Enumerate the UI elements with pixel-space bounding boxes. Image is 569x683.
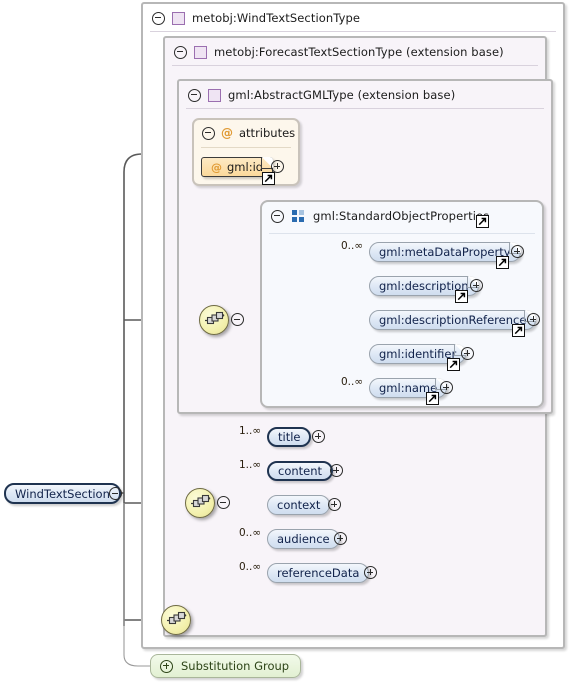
type-container-header[interactable]: metobj:WindTextSectionType [143,4,360,32]
element-name: content [278,464,323,478]
expand-toggle-icon[interactable] [334,532,347,545]
sequence-compositor-group[interactable] [199,305,229,335]
collapse-toggle-icon[interactable] [217,496,230,509]
expand-toggle-icon[interactable] [527,313,540,326]
element-name: referenceData [277,566,360,580]
model-group-container-standardobjectproperties: gml:StandardObjectProperties [260,200,544,408]
external-link-icon[interactable] [496,256,509,269]
type-title: gml:AbstractGMLType (extension base) [228,88,456,102]
sequence-compositor-local[interactable] [185,488,215,518]
collapse-toggle-icon[interactable] [188,88,201,102]
element-name: context [277,498,321,512]
expand-toggle-icon[interactable] [440,381,453,394]
element-name: gml:descriptionReference [379,313,527,327]
cardinality-label: 1..∞ [239,459,262,471]
element-name: WindTextSection [15,486,110,501]
type-title: metobj:ForecastTextSectionType (extensio… [214,45,504,59]
type-container-header[interactable]: gml:AbstractGMLType (extension base) [179,81,455,109]
element-name: gml:identifier [379,347,457,361]
model-group-header[interactable]: gml:StandardObjectProperties [262,202,489,230]
header-divider [201,147,291,148]
attribute-icon: @ [221,126,233,140]
model-group-title: gml:StandardObjectProperties [313,209,490,223]
external-link-icon[interactable] [447,358,460,371]
expand-toggle-icon[interactable] [364,566,377,579]
header-divider [269,233,535,234]
collapse-toggle-icon[interactable] [271,209,284,223]
attribute-icon: @ [211,160,222,174]
model-group-icon [292,210,305,222]
substitution-group-label: Substitution Group [181,659,290,673]
substitution-group-box[interactable]: Substitution Group [150,654,302,678]
element-name: audience [277,532,330,546]
complex-type-icon [194,45,207,59]
element-node-audience[interactable]: audience [267,529,340,549]
header-divider [186,108,544,109]
attributes-label: attributes [239,126,296,140]
cardinality-label: 0..∞ [239,561,262,573]
header-divider [150,31,556,32]
expand-toggle-icon[interactable] [461,347,474,360]
expand-toggle-icon[interactable] [328,498,341,511]
header-divider [172,65,538,66]
expand-toggle-icon[interactable] [330,464,343,477]
complex-type-icon [172,11,185,25]
collapse-toggle-icon[interactable] [202,126,215,140]
attributes-panel-header[interactable]: @ attributes [202,126,295,140]
element-node-referencedata[interactable]: referenceData [267,563,370,583]
external-link-icon[interactable] [455,290,468,303]
external-link-icon[interactable] [426,392,439,405]
external-link-icon[interactable] [476,215,489,228]
element-name: gml:metaDataProperty [379,245,511,259]
schema-diagram-canvas: metobj:WindTextSectionType metobj:Foreca… [0,0,569,683]
cardinality-label: 0..∞ [341,376,364,388]
collapse-toggle-icon[interactable] [152,11,165,25]
attribute-name: gml:id [227,160,264,174]
collapse-toggle-icon[interactable] [231,313,244,326]
element-node-title[interactable]: title [267,427,312,447]
element-node-context[interactable]: context [267,495,331,515]
complex-type-icon [208,88,221,102]
sequence-compositor-extra[interactable] [161,605,191,635]
external-link-icon[interactable] [512,324,525,337]
element-name: title [278,430,301,444]
cardinality-label: 0..∞ [341,240,364,252]
cardinality-label: 1..∞ [239,425,262,437]
cardinality-label: 0..∞ [239,527,262,539]
collapse-toggle-icon[interactable] [174,45,187,59]
expand-toggle-icon[interactable] [271,160,284,173]
expand-toggle-icon[interactable] [312,430,325,443]
type-container-header[interactable]: metobj:ForecastTextSectionType (extensio… [165,38,504,66]
collapse-toggle-icon[interactable] [109,487,122,500]
type-title: metobj:WindTextSectionType [192,11,361,25]
expand-toggle-icon[interactable] [470,279,483,292]
external-link-icon[interactable] [262,172,275,185]
root-element-node-windtextsection[interactable]: WindTextSection [4,483,121,504]
expand-toggle-icon[interactable] [511,245,524,258]
element-node-content[interactable]: content [267,461,334,481]
expand-toggle-icon[interactable] [160,659,173,673]
